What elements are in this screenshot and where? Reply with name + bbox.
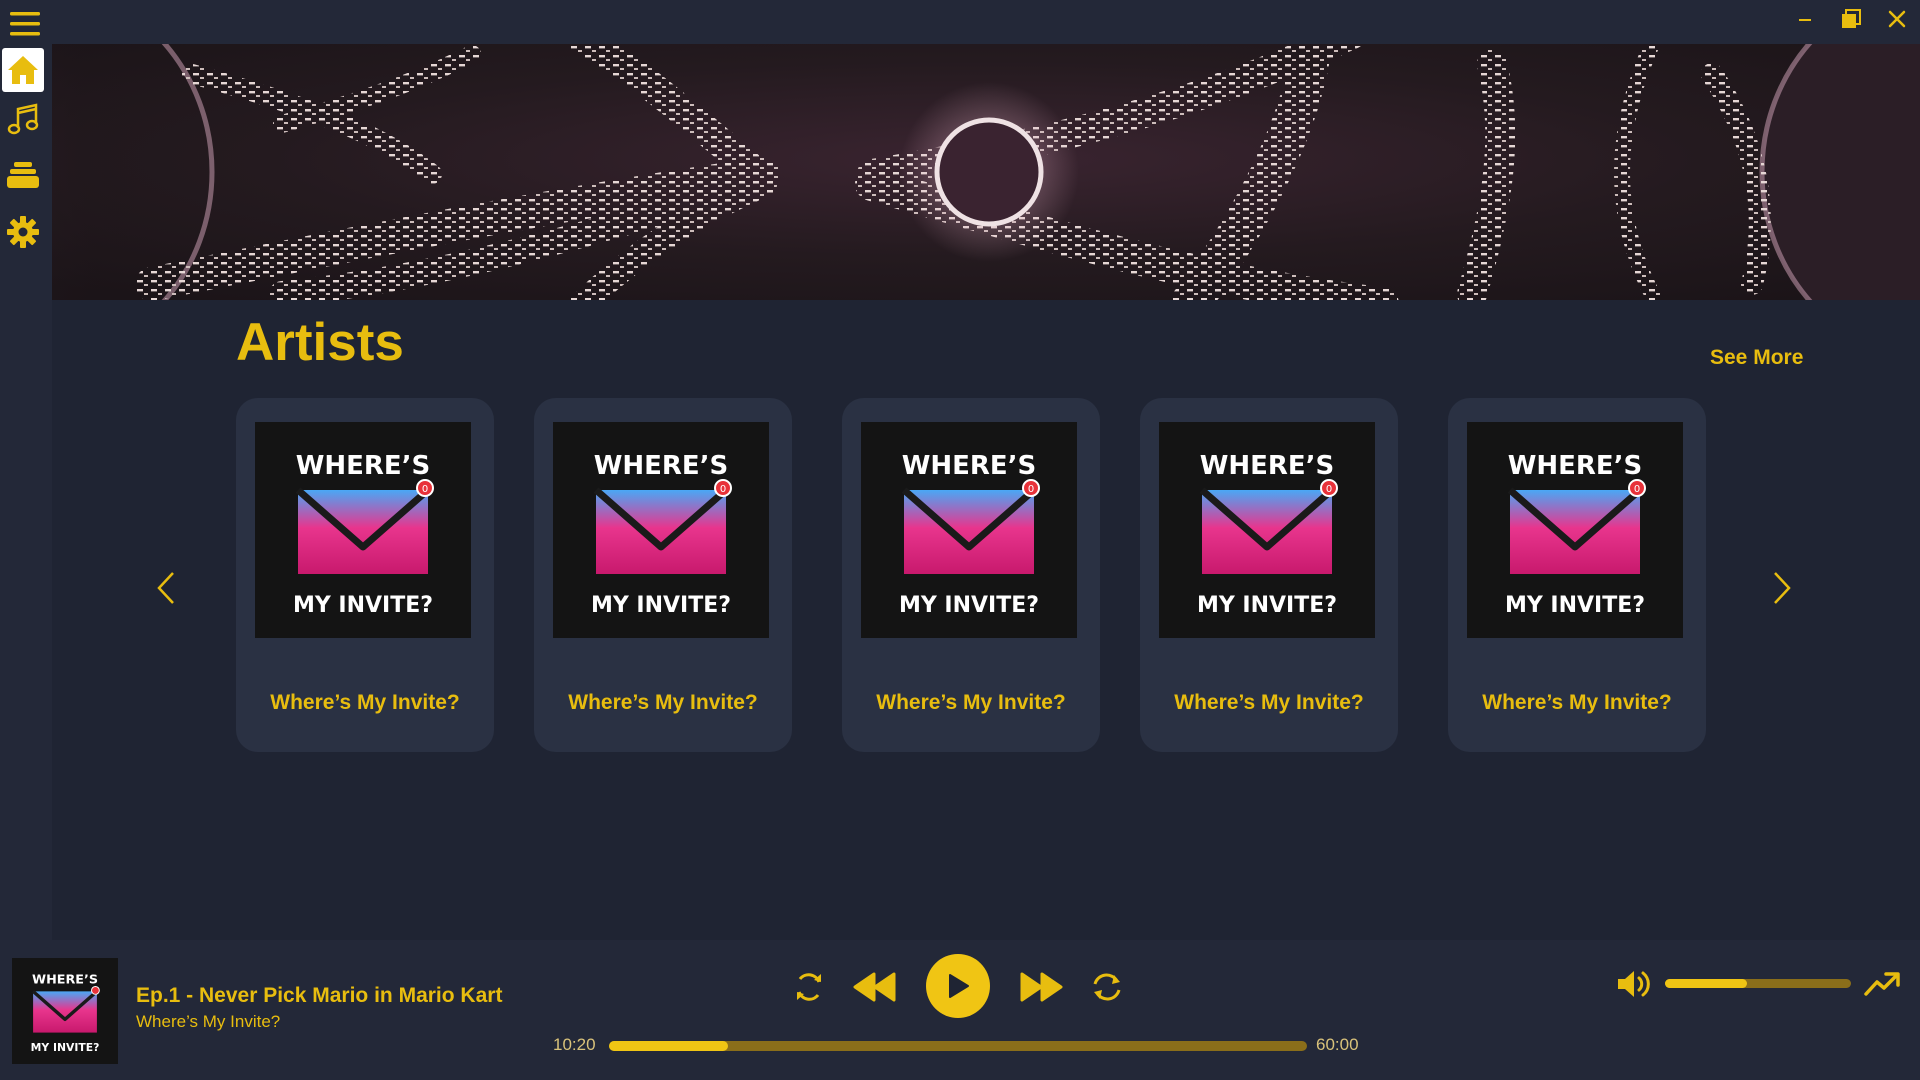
loop-icon [1093,973,1121,1001]
artist-card[interactable]: WHERE’S 0 MY INVITE? Where’s My Invite? [1448,398,1706,752]
chevron-left-icon [157,572,174,604]
play-button[interactable] [926,954,990,1018]
trending-up-icon [1864,972,1900,996]
library-stack-icon [7,162,39,188]
close-button[interactable] [1874,0,1920,38]
artist-name: Where’s My Invite? [876,691,1066,714]
volume-button[interactable] [1612,962,1658,1006]
player-bar: WHERE’S MY INVITE? Ep.1 - Never Pick Mar… [0,940,1920,1080]
title-bar [0,0,1920,44]
badge-count: 0 [720,484,726,495]
artist-cover-image: WHERE’S 0 MY INVITE? [861,422,1077,638]
rewind-button[interactable] [850,964,900,1010]
banner-particle-artwork [52,44,1920,300]
speaker-volume-icon [1618,971,1650,997]
volume-slider-fill [1665,979,1747,988]
app-window: Artists See More WHERE’S 0 MY INVITE? Where… [0,0,1920,1080]
sidebar [0,0,52,940]
section-title: Artists [236,313,404,372]
window-controls [1782,0,1920,38]
cover-top-text: WHERE’S [296,451,431,481]
artist-name: Where’s My Invite? [1482,691,1672,714]
podcast-cover-image: WHERE’S MY INVITE? [12,958,118,1064]
trending-button[interactable] [1860,962,1904,1006]
sidebar-item-home[interactable] [2,48,44,92]
play-icon [949,974,969,998]
now-playing-artwork[interactable]: WHERE’S MY INVITE? [12,958,118,1064]
carousel-prev-button[interactable] [146,558,186,618]
track-artist: Where’s My Invite? [136,1012,281,1031]
artists-section: Artists See More WHERE’S 0 MY INVITE? Where… [52,300,1920,936]
repeat-button[interactable] [786,964,832,1010]
restore-button[interactable] [1828,0,1874,38]
cover-top-text: WHERE’S [1200,451,1335,481]
current-time: 10:20 [553,1035,596,1054]
close-icon [1888,10,1906,28]
hamburger-icon [10,12,40,36]
cover-top-text: WHERE’S [1508,451,1643,481]
cover-top-text: WHERE’S [594,451,729,481]
cover-bottom-text: MY INVITE? [293,593,433,618]
rewind-icon [853,972,896,1002]
fast-forward-icon [1020,972,1063,1002]
sidebar-item-library[interactable] [2,153,44,197]
artist-card[interactable]: WHERE’S 0 MY INVITE? Where’s My Invite? [1140,398,1398,752]
artist-cover-image: WHERE’S 0 MY INVITE? [1467,422,1683,638]
total-time: 60:00 [1316,1035,1359,1054]
artist-name: Where’s My Invite? [568,691,758,714]
artist-name: Where’s My Invite? [1174,691,1364,714]
artist-name: Where’s My Invite? [270,691,460,714]
restore-icon [1842,9,1861,28]
artist-card[interactable]: WHERE’S 0 MY INVITE? Where’s My Invite? [842,398,1100,752]
artist-cover-image: WHERE’S 0 MY INVITE? [1159,422,1375,638]
sidebar-item-settings[interactable] [2,210,44,254]
artist-cover-image: WHERE’S 0 MY INVITE? [553,422,769,638]
minimize-button[interactable] [1782,0,1828,38]
music-note-icon [7,103,39,135]
track-title: Ep.1 - Never Pick Mario in Mario Kart [136,984,503,1007]
artist-card[interactable]: WHERE’S 0 MY INVITE? Where’s My Invite? [236,398,494,752]
seek-bar-fill [609,1041,728,1051]
shuffle-button[interactable] [1084,964,1130,1010]
badge-count: 0 [422,484,428,495]
see-more-link[interactable]: See More [1710,346,1803,370]
badge-count: 0 [1028,484,1034,495]
hero-banner [52,44,1920,300]
volume-slider[interactable] [1665,979,1851,988]
gear-icon [7,216,39,248]
carousel-next-button[interactable] [1762,558,1802,618]
home-icon [8,56,38,84]
badge-count: 0 [1326,484,1332,495]
cover-bottom-text: MY INVITE? [1197,593,1337,618]
chevron-right-icon [1774,572,1791,604]
cover-bottom-text: MY INVITE? [1505,593,1645,618]
seek-bar[interactable] [609,1041,1307,1051]
sidebar-item-music[interactable] [2,98,44,142]
badge-count: 0 [1634,484,1640,495]
artist-card[interactable]: WHERE’S 0 MY INVITE? Where’s My Invite? [534,398,792,752]
cover-top-text: WHERE’S [32,973,98,988]
cover-bottom-text: MY INVITE? [591,593,731,618]
cover-bottom-text: MY INVITE? [899,593,1039,618]
artist-cover-image: WHERE’S 0 MY INVITE? [255,422,471,638]
menu-button[interactable] [5,4,45,44]
repeat-icon [797,973,821,1001]
cover-top-text: WHERE’S [902,451,1037,481]
cover-bottom-text: MY INVITE? [31,1041,100,1054]
minimize-icon [1799,19,1811,21]
fast-forward-button[interactable] [1016,964,1066,1010]
